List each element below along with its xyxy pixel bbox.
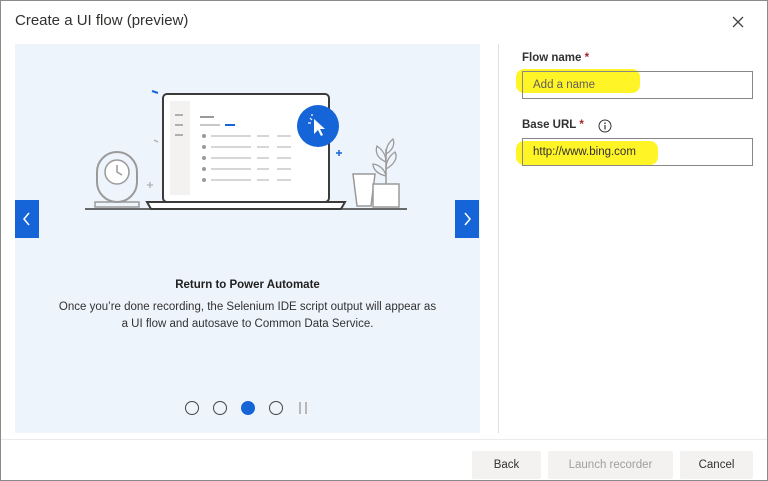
cancel-button[interactable]: Cancel [680, 451, 753, 479]
panel-divider [498, 44, 499, 433]
chevron-right-icon [464, 212, 471, 226]
slide-dot-1[interactable] [185, 401, 199, 415]
launch-recorder-button[interactable]: Launch recorder [548, 451, 673, 479]
next-slide-button[interactable] [455, 200, 479, 238]
slide-dot-4[interactable] [269, 401, 283, 415]
pause-icon[interactable] [299, 402, 307, 414]
dialog-header: Create a UI flow (preview) [1, 1, 767, 43]
slide-dot-2[interactable] [213, 401, 227, 415]
info-icon[interactable] [598, 119, 612, 133]
footer-divider [1, 439, 767, 440]
slide-dot-3[interactable] [241, 401, 255, 415]
required-mark: * [584, 52, 590, 64]
dialog-title: Create a UI flow (preview) [15, 12, 189, 29]
base-url-input[interactable] [522, 138, 753, 166]
slide-description: Once you’re done recording, the Selenium… [58, 301, 437, 330]
close-icon[interactable] [729, 13, 747, 31]
carousel: Return to Power Automate Once you’re don… [15, 44, 480, 433]
return-to-power-automate-illustration [85, 90, 407, 210]
required-mark: * [579, 119, 584, 131]
chevron-left-icon [23, 212, 30, 226]
dialog: Create a UI flow (preview) Return to Pow… [0, 0, 768, 481]
slide-indicators [185, 401, 307, 415]
back-button[interactable]: Back [472, 451, 541, 479]
previous-slide-button[interactable] [15, 200, 39, 238]
base-url-label: Base URL * [522, 119, 584, 131]
flow-name-input[interactable] [522, 71, 753, 99]
slide-title: Return to Power Automate [175, 279, 320, 291]
flow-name-label: Flow name * [522, 52, 590, 64]
